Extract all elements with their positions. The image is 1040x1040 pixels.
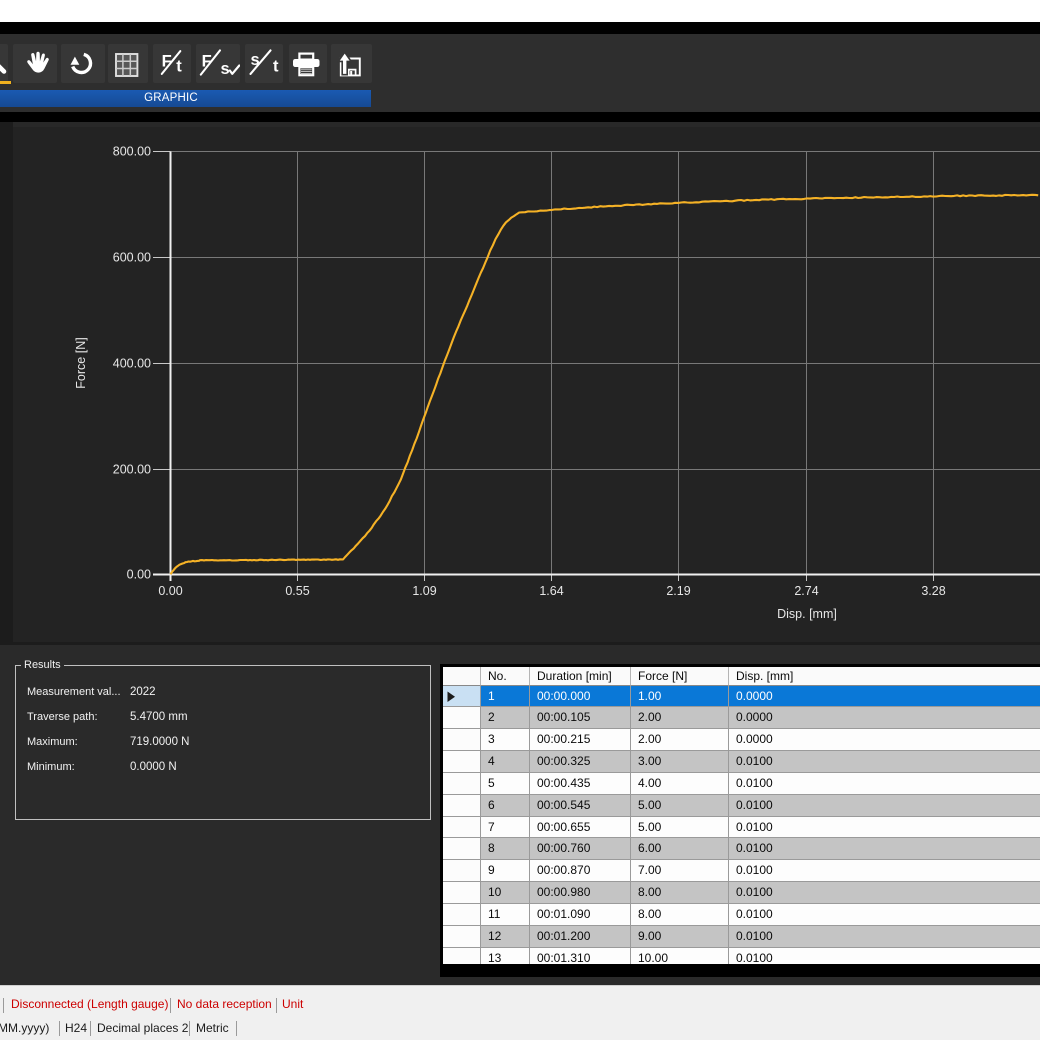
svg-text:0.00: 0.00 [127, 568, 151, 582]
svg-text:0.00: 0.00 [158, 584, 182, 598]
svg-text:t: t [273, 57, 279, 75]
svg-text:t: t [176, 57, 182, 75]
svg-text:1.64: 1.64 [539, 584, 563, 598]
svg-text:Disp. [mm]: Disp. [mm] [777, 607, 837, 621]
svg-text:800.00: 800.00 [113, 145, 151, 159]
svg-text:200.00: 200.00 [113, 463, 151, 477]
svg-text:1.09: 1.09 [412, 584, 436, 598]
svg-text:400.00: 400.00 [113, 357, 151, 371]
svg-text:2.74: 2.74 [794, 584, 818, 598]
svg-text:3.28: 3.28 [921, 584, 945, 598]
svg-text:0.55: 0.55 [285, 584, 309, 598]
svg-text:2.19: 2.19 [666, 584, 690, 598]
svg-text:Force [N]: Force [N] [74, 337, 88, 388]
svg-text:600.00: 600.00 [113, 251, 151, 265]
svg-text:s: s [220, 59, 229, 77]
